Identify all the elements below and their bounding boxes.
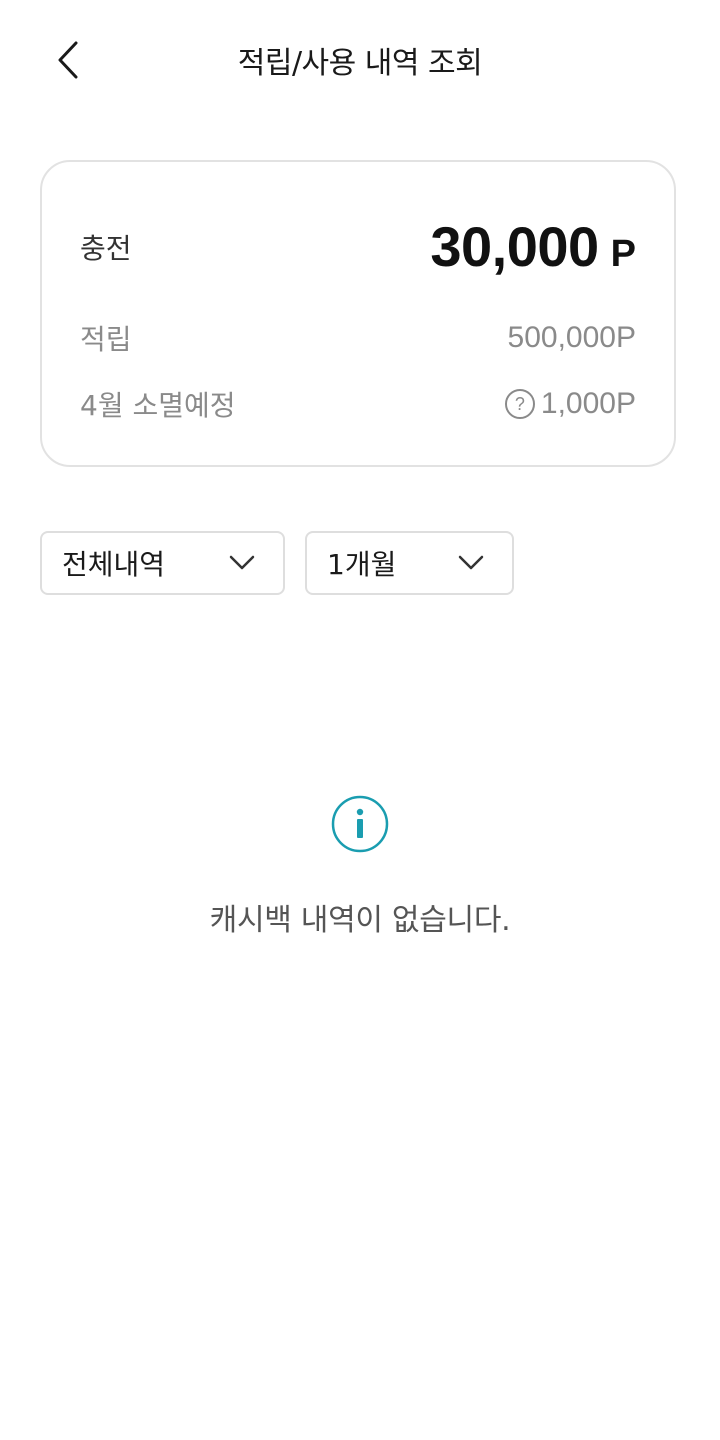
empty-state: 캐시백 내역이 없습니다. <box>0 795 720 939</box>
expire-value-group: ? 1,000P <box>504 387 636 421</box>
expire-row: 4월 소멸예정 ? 1,000P <box>80 384 636 424</box>
period-select[interactable]: 1개월 <box>305 531 514 595</box>
charge-amount: 30,000 P <box>430 214 636 279</box>
empty-message: 캐시백 내역이 없습니다. <box>209 903 511 938</box>
charge-label: 충전 <box>80 231 132 265</box>
question-mark-icon[interactable]: ? <box>504 389 535 419</box>
chevron-down-icon <box>229 555 255 570</box>
history-type-selected: 전체내역 <box>62 548 166 581</box>
history-type-select[interactable]: 전체내역 <box>40 531 285 595</box>
charge-amount-unit: P <box>610 233 636 275</box>
header: 적립/사용 내역 조회 <box>0 0 720 122</box>
point-summary-card: 충전 30,000 P 적립 500,000P 4월 소멸예정 ? 1,000P <box>40 160 676 467</box>
charge-amount-value: 30,000 <box>430 215 599 278</box>
accum-row: 적립 500,000P <box>80 318 636 358</box>
period-selected: 1개월 <box>327 548 397 581</box>
accum-label: 적립 <box>80 323 132 356</box>
charge-row: 충전 30,000 P <box>80 214 636 279</box>
accum-value: 500,000P <box>507 321 636 354</box>
expire-label: 4월 소멸예정 <box>80 389 236 422</box>
expire-value: 1,000P <box>540 387 636 420</box>
chevron-down-icon <box>458 555 484 570</box>
info-icon <box>331 795 389 853</box>
page-title: 적립/사용 내역 조회 <box>237 46 483 81</box>
